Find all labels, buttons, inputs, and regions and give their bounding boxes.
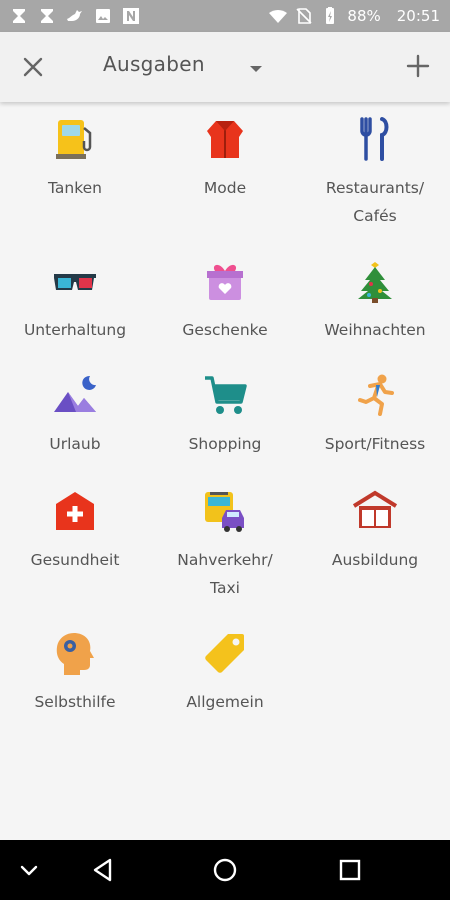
hourglass-icon <box>38 7 56 25</box>
category-restaurants[interactable]: Restaurants/ Cafés <box>300 114 450 230</box>
image-icon <box>94 7 112 25</box>
category-label: Sport/Fitness <box>324 435 426 453</box>
category-label: Weihnachten <box>324 321 426 339</box>
christmas-tree-icon <box>350 256 400 306</box>
back-icon[interactable] <box>90 857 116 883</box>
category-allgemein[interactable]: Allgemein <box>150 628 300 716</box>
category-label: Ausbildung <box>331 551 419 569</box>
3d-glasses-icon <box>50 256 100 306</box>
type-dropdown[interactable]: Ausgaben <box>103 52 263 76</box>
category-label: Nahverkehr/ Taxi <box>177 551 273 597</box>
jacket-icon <box>200 114 250 164</box>
category-label: Unterhaltung <box>23 321 127 339</box>
category-label: Allgemein <box>186 693 264 711</box>
category-urlaub[interactable]: Urlaub <box>0 370 150 458</box>
category-weihnachten[interactable]: Weihnachten <box>300 256 450 344</box>
category-ausbildung[interactable]: Ausbildung <box>300 486 450 574</box>
hide-keyboard-chevron-icon[interactable] <box>16 857 42 883</box>
head-gear-icon <box>50 628 100 678</box>
category-geschenke[interactable]: Geschenke <box>150 256 300 344</box>
category-label: Tanken <box>47 179 102 197</box>
category-gesundheit[interactable]: Gesundheit <box>0 486 150 574</box>
status-bar: 88% 20:51 <box>0 0 450 32</box>
n-app-icon <box>122 7 140 25</box>
mountains-moon-icon <box>50 370 100 420</box>
recents-icon[interactable] <box>337 857 363 883</box>
book-house-icon <box>350 486 400 536</box>
dropdown-arrow-icon <box>249 59 263 72</box>
category-unterhaltung[interactable]: Unterhaltung <box>0 256 150 344</box>
medical-bag-icon <box>50 486 100 536</box>
category-selbsthilfe[interactable]: Selbsthilfe <box>0 628 150 716</box>
category-label: Shopping <box>188 435 262 453</box>
gift-icon <box>200 256 250 306</box>
tag-icon <box>200 628 250 678</box>
battery-percent: 88% <box>347 7 381 25</box>
category-shopping[interactable]: Shopping <box>150 370 300 458</box>
category-label: Geschenke <box>182 321 268 339</box>
page-title: Ausgaben <box>103 52 205 76</box>
no-sim-icon <box>295 7 313 25</box>
shopping-cart-icon <box>200 370 250 420</box>
bird-notification-icon <box>66 7 84 25</box>
app-bar: Ausgaben <box>0 32 450 102</box>
add-icon[interactable] <box>406 54 430 78</box>
category-mode[interactable]: Mode <box>150 114 300 202</box>
home-icon[interactable] <box>212 857 238 883</box>
category-label: Restaurants/ Cafés <box>325 179 425 225</box>
battery-icon <box>321 7 339 25</box>
runner-icon <box>350 370 400 420</box>
clock: 20:51 <box>396 7 440 25</box>
close-icon[interactable] <box>20 54 46 80</box>
category-label: Selbsthilfe <box>34 693 116 711</box>
wifi-icon <box>269 7 288 25</box>
category-nahverkehr[interactable]: Nahverkehr/ Taxi <box>150 486 300 602</box>
hourglass-icon <box>10 7 28 25</box>
category-label: Mode <box>203 179 247 197</box>
category-tanken[interactable]: Tanken <box>0 114 150 202</box>
fuel-pump-icon <box>50 114 100 164</box>
category-sport[interactable]: Sport/Fitness <box>300 370 450 458</box>
fork-knife-icon <box>350 114 400 164</box>
category-label: Urlaub <box>49 435 101 453</box>
system-nav-bar <box>0 840 450 900</box>
bus-taxi-icon <box>200 486 250 536</box>
category-label: Gesundheit <box>30 551 120 569</box>
